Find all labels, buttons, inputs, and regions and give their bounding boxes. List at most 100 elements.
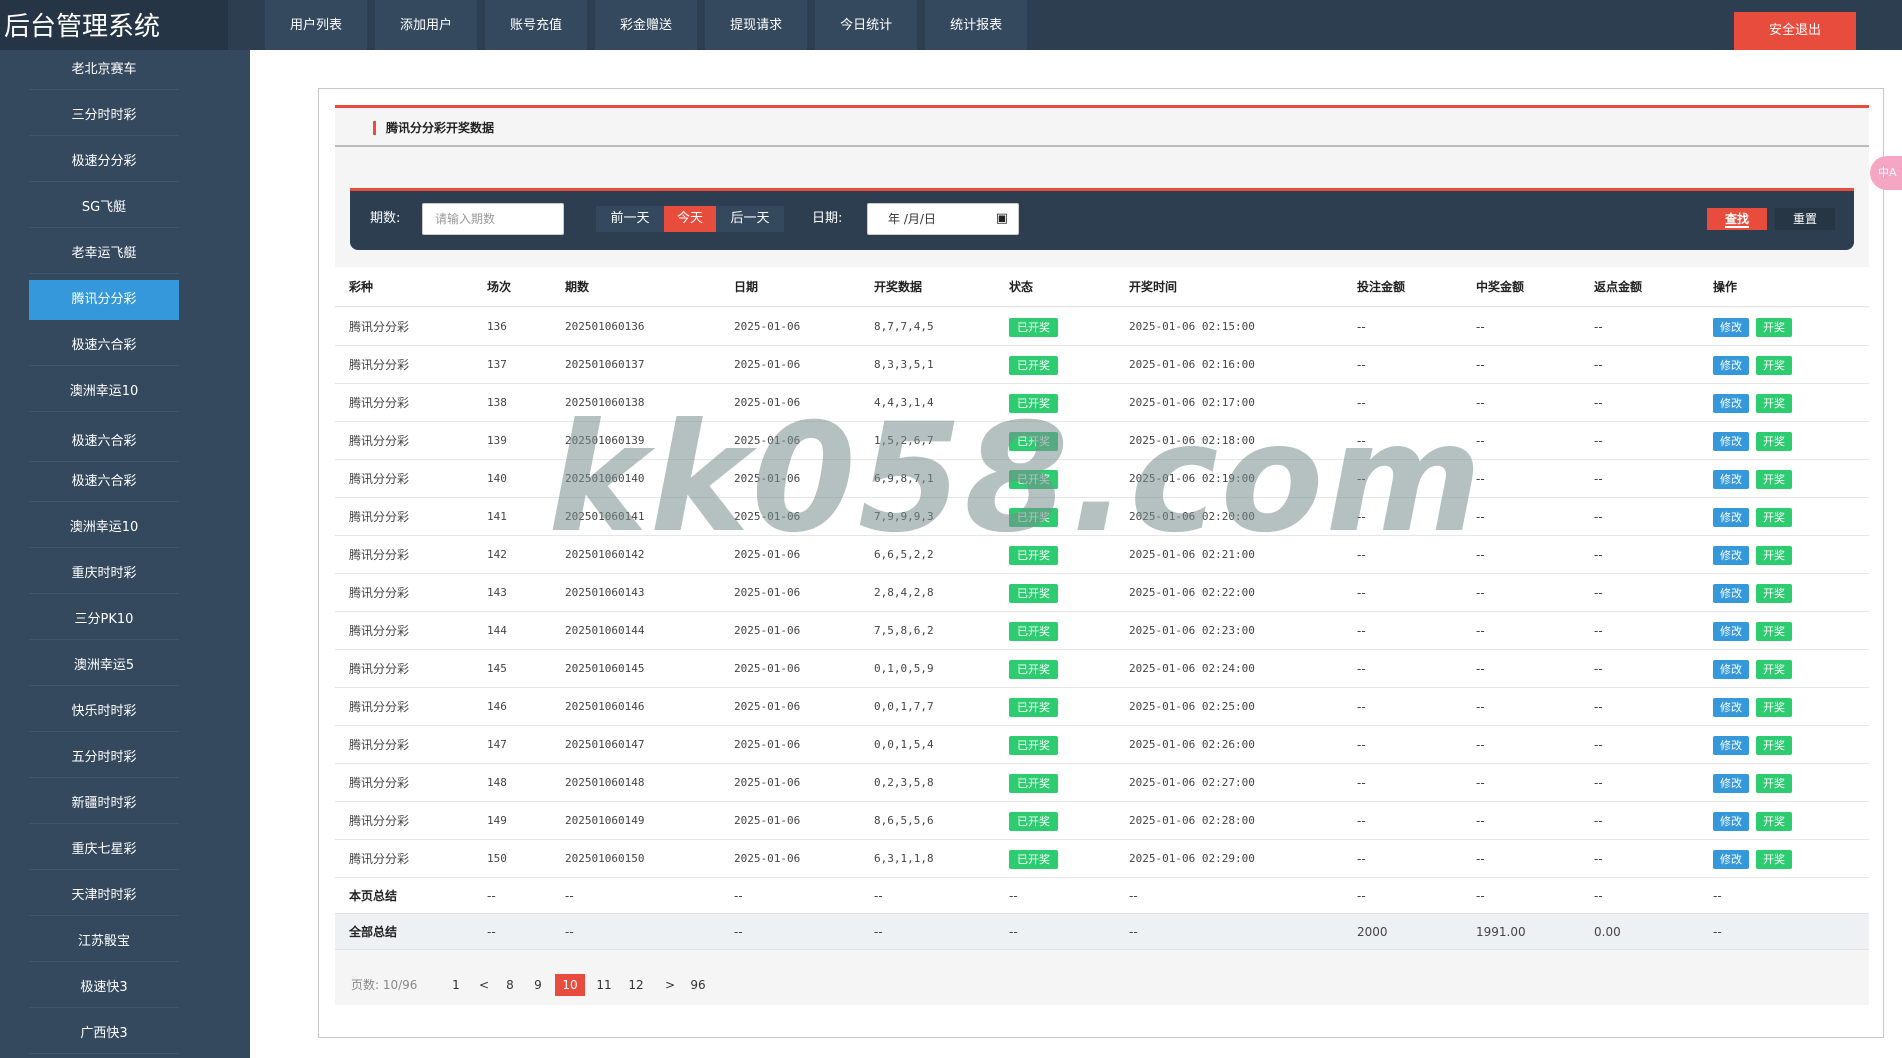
draw-button[interactable]: 开奖 (1756, 394, 1792, 413)
sidebar-item[interactable]: 三分PK10 (29, 600, 179, 640)
cell-round: 140 (487, 472, 507, 485)
edit-button[interactable]: 修改 (1713, 584, 1749, 603)
topnav-tab[interactable]: 今日统计 (815, 0, 918, 50)
cell-period: 202501060150 (565, 852, 645, 865)
date-input[interactable]: 年 /月/日 ▣ (867, 203, 1019, 235)
prev-day-button[interactable]: 前一天 (596, 206, 664, 232)
sidebar-item[interactable]: 快乐时时彩 (29, 692, 179, 732)
sidebar-item[interactable]: 新疆时时彩 (29, 784, 179, 824)
calendar-icon[interactable]: ▣ (996, 204, 1008, 234)
sidebar-item[interactable]: 广西快3 (29, 1014, 179, 1054)
next-day-button[interactable]: 后一天 (716, 206, 784, 232)
reset-button[interactable]: 重置 (1775, 208, 1835, 230)
edit-button[interactable]: 修改 (1713, 812, 1749, 831)
cell-win: -- (1476, 738, 1485, 752)
topnav-tab[interactable]: 用户列表 (265, 0, 368, 50)
topnav-tab[interactable]: 添加用户 (375, 0, 478, 50)
sidebar-item[interactable]: 澳洲幸运10 (29, 372, 179, 412)
cell-result: 0,1,0,5,9 (874, 662, 934, 675)
draw-button[interactable]: 开奖 (1756, 736, 1792, 755)
draw-button[interactable]: 开奖 (1756, 508, 1792, 527)
cell-round: 146 (487, 700, 507, 713)
draw-button[interactable]: 开奖 (1756, 318, 1792, 337)
logout-button[interactable]: 安全退出 (1734, 12, 1856, 50)
edit-button[interactable]: 修改 (1713, 470, 1749, 489)
sidebar-item[interactable]: 五分时时彩 (29, 738, 179, 778)
cell-result: 0,0,1,7,7 (874, 700, 934, 713)
page-link[interactable]: > (659, 974, 681, 996)
cell-period: 202501060137 (565, 358, 645, 371)
sidebar-item[interactable]: 澳洲幸运10 (29, 508, 179, 548)
sidebar-item[interactable]: 极速六合彩 (29, 422, 179, 462)
translate-side-tab[interactable]: 中A (1870, 156, 1902, 190)
cell-time: 2025-01-06 02:24:00 (1129, 662, 1255, 675)
draw-button[interactable]: 开奖 (1756, 432, 1792, 451)
period-input[interactable]: 请输入期数 (422, 203, 564, 235)
draw-button[interactable]: 开奖 (1756, 546, 1792, 565)
search-button-label: 查找 (1724, 212, 1749, 228)
summary-value: 1991.00 (1476, 925, 1526, 939)
edit-button[interactable]: 修改 (1713, 622, 1749, 641)
edit-button[interactable]: 修改 (1713, 356, 1749, 375)
sidebar-item[interactable]: 江苏骰宝 (29, 922, 179, 962)
draw-button[interactable]: 开奖 (1756, 584, 1792, 603)
total-summary-row: 全部总结 -- -- -- -- -- -- 2000 1991.00 0.00 -- (335, 914, 1869, 950)
cell-result: 8,3,3,5,1 (874, 358, 934, 371)
edit-button[interactable]: 修改 (1713, 546, 1749, 565)
cell-win: -- (1476, 776, 1485, 790)
sidebar-item[interactable]: 老北京赛车 (29, 50, 179, 90)
status-badge: 已开奖 (1009, 394, 1058, 413)
edit-button[interactable]: 修改 (1713, 660, 1749, 679)
cell-game: 腾讯分分彩 (349, 814, 410, 828)
sidebar-item[interactable]: 天津时时彩 (29, 876, 179, 916)
cell-round: 149 (487, 814, 507, 827)
topnav-tab[interactable]: 统计报表 (925, 0, 1028, 50)
draw-button[interactable]: 开奖 (1756, 356, 1792, 375)
sidebar-item[interactable]: 极速快3 (29, 968, 179, 1008)
today-button[interactable]: 今天 (664, 206, 716, 232)
page-link[interactable]: 11 (593, 974, 615, 996)
topnav-tab[interactable]: 彩金赠送 (595, 0, 698, 50)
cell-result: 8,7,7,4,5 (874, 320, 934, 333)
status-badge: 已开奖 (1009, 432, 1058, 451)
sidebar-item[interactable]: 腾讯分分彩 (29, 280, 179, 320)
edit-button[interactable]: 修改 (1713, 432, 1749, 451)
draw-button[interactable]: 开奖 (1756, 812, 1792, 831)
sidebar-item[interactable]: 极速六合彩 (29, 326, 179, 366)
cell-win: -- (1476, 624, 1485, 638)
page-link[interactable]: 8 (499, 974, 521, 996)
page-link[interactable]: 9 (527, 974, 549, 996)
edit-button[interactable]: 修改 (1713, 318, 1749, 337)
edit-button[interactable]: 修改 (1713, 736, 1749, 755)
sidebar-item[interactable]: SG飞艇 (29, 188, 179, 228)
draw-button[interactable]: 开奖 (1756, 850, 1792, 869)
topnav-tab[interactable]: 提现请求 (705, 0, 808, 50)
edit-button[interactable]: 修改 (1713, 698, 1749, 717)
edit-button[interactable]: 修改 (1713, 850, 1749, 869)
page-link[interactable]: 96 (687, 974, 709, 996)
draw-button[interactable]: 开奖 (1756, 660, 1792, 679)
search-button[interactable]: 查找 (1707, 208, 1767, 230)
page-current[interactable]: 10 (555, 974, 585, 996)
page-link[interactable]: < (473, 974, 495, 996)
sidebar-item[interactable]: 重庆时时彩 (29, 554, 179, 594)
page-link[interactable]: 12 (625, 974, 647, 996)
cell-rebate: -- (1594, 434, 1603, 448)
sidebar-item[interactable]: 重庆七星彩 (29, 830, 179, 870)
edit-button[interactable]: 修改 (1713, 394, 1749, 413)
table-row: 腾讯分分彩 137 202501060137 2025-01-06 8,3,3,5,1 已… (335, 346, 1869, 384)
page-link[interactable]: 1 (445, 974, 467, 996)
sidebar-item[interactable]: 极速六合彩 (29, 462, 179, 502)
draw-button[interactable]: 开奖 (1756, 698, 1792, 717)
sidebar-item[interactable]: 老幸运飞艇 (29, 234, 179, 274)
edit-button[interactable]: 修改 (1713, 508, 1749, 527)
summary-value: -- (1357, 889, 1366, 903)
edit-button[interactable]: 修改 (1713, 774, 1749, 793)
sidebar-item[interactable]: 极速分分彩 (29, 142, 179, 182)
draw-button[interactable]: 开奖 (1756, 470, 1792, 489)
sidebar-item[interactable]: 澳洲幸运5 (29, 646, 179, 686)
draw-button[interactable]: 开奖 (1756, 622, 1792, 641)
sidebar-item[interactable]: 三分时时彩 (29, 96, 179, 136)
topnav-tab[interactable]: 账号充值 (485, 0, 588, 50)
draw-button[interactable]: 开奖 (1756, 774, 1792, 793)
